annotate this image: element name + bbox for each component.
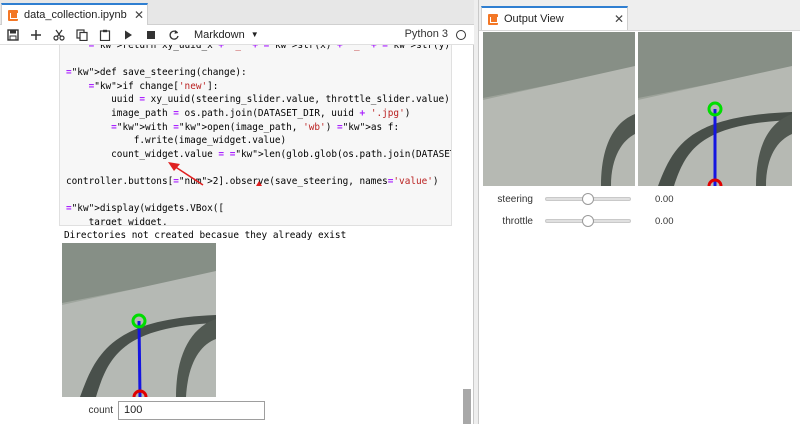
camera-frame-svg [638, 32, 792, 186]
tab-output-view[interactable]: Output View ✕ [481, 6, 628, 30]
output-view-tabbar: Output View ✕ [479, 0, 800, 30]
camera-frame-svg [483, 32, 635, 186]
app-root: data_collection.ipynb ✕ Markdown ▼ Pytho… [0, 0, 800, 424]
throttle-slider-row: throttle 0.00 [483, 212, 783, 230]
throttle-slider-thumb[interactable] [582, 215, 594, 227]
tab-output-view-label: Output View [504, 13, 564, 25]
steering-slider[interactable] [545, 193, 631, 205]
throttle-slider[interactable] [545, 215, 631, 227]
annotation-overlay [168, 162, 262, 186]
annotation-marker [256, 181, 262, 186]
throttle-value: 0.00 [655, 215, 674, 227]
steering-slider-thumb[interactable] [582, 193, 594, 205]
steering-label: steering [497, 193, 533, 205]
steering-value: 0.00 [655, 193, 674, 205]
annotation-arrow [173, 165, 204, 186]
camera-target-image[interactable] [638, 32, 792, 186]
close-icon[interactable]: ✕ [611, 12, 627, 26]
output-view-panel: Output View ✕ steering 0.00 throttle 0.0… [478, 0, 800, 424]
output-view-body: steering 0.00 throttle 0.00 [479, 30, 800, 424]
camera-image [483, 32, 635, 186]
output-view-icon [488, 13, 498, 25]
throttle-label: throttle [502, 215, 533, 227]
steering-slider-row: steering 0.00 [483, 190, 783, 208]
notebook-panel: data_collection.ipynb ✕ Markdown ▼ Pytho… [0, 0, 474, 424]
